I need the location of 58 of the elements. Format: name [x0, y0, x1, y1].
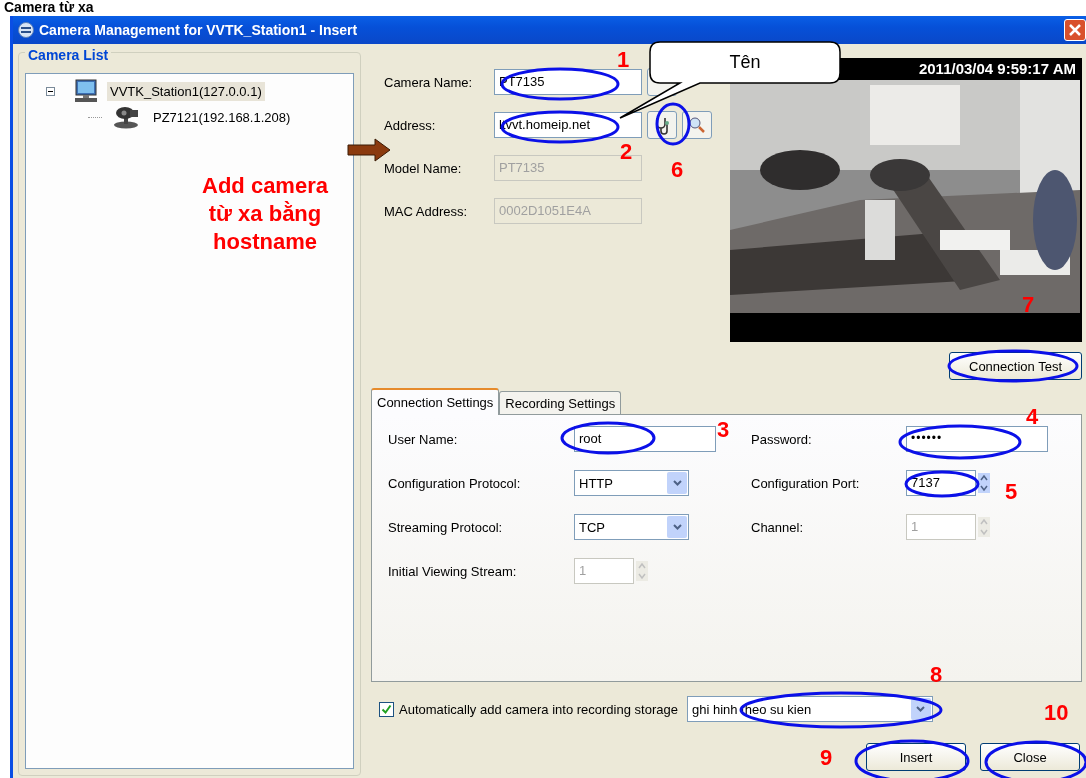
field-label: Address: — [384, 117, 437, 133]
check-icon — [381, 703, 392, 715]
step-number: 8 — [930, 663, 943, 687]
step-number: 4 — [1026, 405, 1039, 429]
step-number: 9 — [820, 746, 833, 770]
step-number: 3 — [717, 418, 730, 442]
caret-down-icon — [672, 524, 682, 530]
field-label: Configuration Port: — [751, 475, 861, 491]
dropdown[interactable]: TCP — [574, 514, 689, 540]
field-label: MAC Address: — [384, 203, 469, 219]
field-label: Model Name: — [384, 160, 463, 176]
dropdown[interactable]: HTTP — [574, 470, 689, 496]
up-arrow-icon — [978, 517, 990, 527]
field-label: Streaming Protocol: — [388, 519, 504, 535]
down-arrow-icon — [978, 527, 990, 537]
annotation-note: Add camera từ xa bằng hostname — [201, 172, 329, 256]
close-button[interactable] — [1064, 19, 1086, 41]
timestamp: 2011/03/04 9:59:17 AM — [918, 60, 1076, 77]
search-icon — [688, 116, 706, 134]
insert-button[interactable]: Insert — [866, 743, 966, 771]
down-arrow-icon — [978, 483, 990, 493]
group-title: Camera List — [25, 47, 112, 63]
step-number: 5 — [1005, 480, 1018, 504]
step-number: 1 — [617, 48, 630, 72]
close-icon — [1068, 23, 1082, 37]
callout-text: Tên — [728, 52, 762, 73]
tab[interactable]: Connection Settings — [371, 388, 500, 415]
up-arrow-icon — [978, 473, 990, 483]
field-label: Initial Viewing Stream: — [388, 563, 518, 579]
highlight-ellipse — [655, 102, 691, 146]
checkbox-label: Automatically add camera into recording storage — [399, 701, 678, 717]
window-title: Camera Management for VVTK_Station1 - Insert — [39, 22, 358, 38]
computer-icon — [73, 79, 99, 103]
text-field[interactable]: root — [574, 426, 716, 452]
collapse-toggle[interactable] — [46, 86, 55, 96]
step-number: 10 — [1044, 701, 1069, 725]
field-label: Password: — [751, 431, 813, 447]
step-number: 6 — [671, 158, 684, 182]
checkbox[interactable] — [379, 701, 394, 717]
tree-item[interactable]: VVTK_Station1(127.0.0.1) — [107, 81, 265, 101]
field-label: User Name: — [388, 431, 459, 447]
step-number: 7 — [1022, 293, 1035, 317]
tab[interactable]: Recording Settings — [499, 391, 622, 414]
caret-down-icon — [916, 706, 926, 712]
search-button[interactable] — [682, 111, 712, 139]
page-heading: Camera từ xa — [3, 0, 95, 16]
arrow-icon — [347, 138, 391, 162]
tree-item[interactable]: PZ7121(192.168.1.208) — [150, 107, 294, 127]
camera-icon — [112, 105, 140, 129]
up-arrow-icon — [636, 561, 648, 571]
caret-down-icon — [672, 480, 682, 486]
down-arrow-icon — [636, 571, 648, 581]
app-icon — [17, 22, 35, 38]
field-label: Camera Name: — [384, 74, 474, 90]
close-dialog-button[interactable]: Close — [980, 743, 1080, 771]
stethoscope-button[interactable] — [647, 111, 677, 139]
field-label: Channel: — [751, 519, 805, 535]
field-label: Configuration Protocol: — [388, 475, 522, 491]
